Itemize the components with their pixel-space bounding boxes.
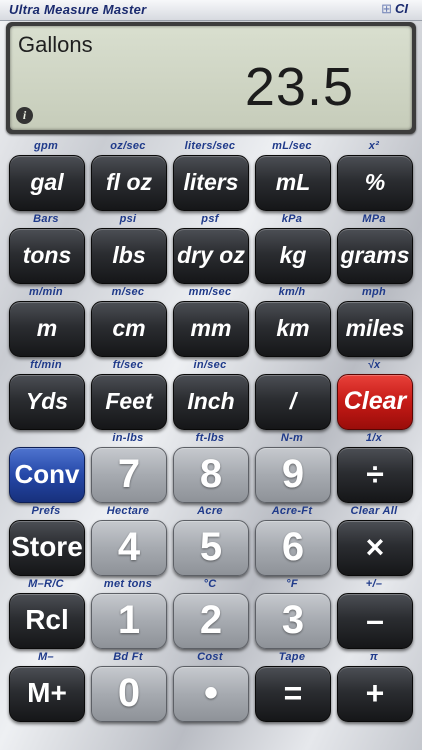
- four-button[interactable]: 4: [91, 520, 167, 576]
- secondary-function-label: M–R/C: [28, 578, 64, 590]
- company-logo: ⊞ CI: [381, 1, 408, 17]
- cm-button[interactable]: cm: [91, 301, 167, 357]
- secondary-function-label: MPa: [362, 213, 386, 225]
- miles-button[interactable]: miles: [337, 301, 413, 357]
- mm-button[interactable]: mm: [173, 301, 249, 357]
- nine-button[interactable]: 9: [255, 447, 331, 503]
- ml-button[interactable]: mL: [255, 155, 331, 211]
- three-button[interactable]: 3: [255, 593, 331, 649]
- lcd-screen: Gallons 23.5 i: [10, 26, 412, 130]
- plus-button[interactable]: +: [337, 666, 413, 722]
- secondary-function-label: °F: [286, 578, 298, 590]
- secondary-function-label: met tons: [103, 578, 153, 590]
- secondary-function-label: +/–: [365, 578, 383, 590]
- km-button[interactable]: km: [255, 301, 331, 357]
- secondary-function-label: Bd Ft: [113, 651, 143, 663]
- feet-button[interactable]: Feet: [91, 374, 167, 430]
- secondary-function-label: Hectare: [106, 505, 150, 517]
- secondary-function-label: M–: [38, 651, 54, 663]
- seven-button[interactable]: 7: [91, 447, 167, 503]
- two-button[interactable]: 2: [173, 593, 249, 649]
- secondary-function-label: Tape: [278, 651, 306, 663]
- divide-button[interactable]: ÷: [337, 447, 413, 503]
- gal-button[interactable]: gal: [9, 155, 85, 211]
- app-title-bar: Ultra Measure Master ⊞ CI: [0, 0, 422, 21]
- secondary-function-label: Prefs: [31, 505, 61, 517]
- eight-button[interactable]: 8: [173, 447, 249, 503]
- secondary-function-label: mL/sec: [272, 140, 312, 152]
- zero-button[interactable]: 0: [91, 666, 167, 722]
- multiply-button[interactable]: ×: [337, 520, 413, 576]
- display-panel: Gallons 23.5 i: [6, 22, 416, 134]
- secondary-function-label: oz/sec: [110, 140, 146, 152]
- m-button[interactable]: m: [9, 301, 85, 357]
- app-title: Ultra Measure Master: [9, 2, 147, 17]
- secondary-function-label: m/min: [29, 286, 63, 298]
- secondary-function-label: N-m: [280, 432, 304, 444]
- display-value: 23.5: [244, 57, 354, 117]
- secondary-function-label: x²: [368, 140, 380, 152]
- secondary-function-label: in-lbs: [112, 432, 144, 444]
- decimal-button[interactable]: •: [173, 666, 249, 722]
- secondary-function-label: ft-lbs: [195, 432, 225, 444]
- secondary-function-label: km/h: [278, 286, 306, 298]
- secondary-function-label: °C: [203, 578, 217, 590]
- conv-button[interactable]: Conv: [9, 447, 85, 503]
- secondary-function-label: Clear All: [350, 505, 398, 517]
- rcl-button[interactable]: Rcl: [9, 593, 85, 649]
- minus-button[interactable]: –: [337, 593, 413, 649]
- five-button[interactable]: 5: [173, 520, 249, 576]
- secondary-function-label: Cost: [197, 651, 223, 663]
- company-logo-icon: ⊞: [381, 1, 392, 16]
- liters-button[interactable]: liters: [173, 155, 249, 211]
- secondary-function-label: Acre: [197, 505, 223, 517]
- fl-oz-button[interactable]: fl oz: [91, 155, 167, 211]
- clear-button[interactable]: Clear: [337, 374, 413, 430]
- secondary-function-label: mm/sec: [188, 286, 232, 298]
- six-button[interactable]: 6: [255, 520, 331, 576]
- secondary-function-label: psf: [201, 213, 219, 225]
- inch-button[interactable]: Inch: [173, 374, 249, 430]
- keypad: gpm gal oz/sec fl oz liters/sec liters mL/sec m…: [0, 140, 422, 750]
- secondary-function-label: m/sec: [111, 286, 145, 298]
- secondary-function-label: psi: [119, 213, 137, 225]
- secondary-function-label: kPa: [281, 213, 303, 225]
- lbs-button[interactable]: lbs: [91, 228, 167, 284]
- info-icon[interactable]: i: [16, 107, 33, 124]
- secondary-function-label: Acre-Ft: [271, 505, 313, 517]
- secondary-function-label: liters/sec: [184, 140, 236, 152]
- secondary-function-label: 1/x: [365, 432, 383, 444]
- store-button[interactable]: Store: [9, 520, 85, 576]
- grams-button[interactable]: grams: [337, 228, 413, 284]
- secondary-function-label: Bars: [33, 213, 59, 225]
- one-button[interactable]: 1: [91, 593, 167, 649]
- equals-button[interactable]: =: [255, 666, 331, 722]
- secondary-function-label: ft/sec: [112, 359, 144, 371]
- company-logo-text: CI: [395, 1, 408, 16]
- yds-button[interactable]: Yds: [9, 374, 85, 430]
- secondary-function-label: mph: [361, 286, 387, 298]
- display-unit-label: Gallons: [18, 32, 93, 57]
- secondary-function-label: √x: [367, 359, 381, 371]
- secondary-function-label: gpm: [33, 140, 59, 152]
- m-plus-button[interactable]: M+: [9, 666, 85, 722]
- kg-button[interactable]: kg: [255, 228, 331, 284]
- percent-button[interactable]: %: [337, 155, 413, 211]
- dry-oz-button[interactable]: dry oz: [173, 228, 249, 284]
- secondary-function-label: in/sec: [193, 359, 227, 371]
- fraction-button[interactable]: /: [255, 374, 331, 430]
- secondary-function-label: ft/min: [30, 359, 62, 371]
- tons-button[interactable]: tons: [9, 228, 85, 284]
- secondary-function-label: π: [369, 651, 379, 663]
